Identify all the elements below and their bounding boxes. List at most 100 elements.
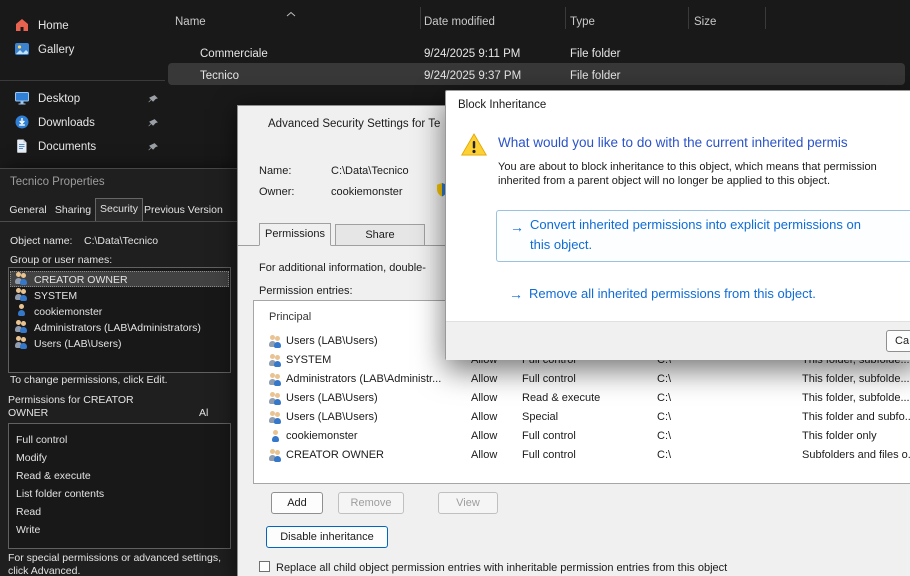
view-button: View <box>438 492 498 514</box>
table-row[interactable]: Users (LAB\Users) Allow Special C:\ This… <box>255 409 910 427</box>
tab-share[interactable]: Share <box>335 224 425 246</box>
list-item-administrators[interactable]: Administrators (LAB\Administrators) <box>10 319 229 335</box>
cell-applies-to: Subfolders and files o... <box>802 450 910 461</box>
list-item-cookiemonster[interactable]: cookiemonster <box>10 303 229 319</box>
group-icon <box>268 392 283 405</box>
permission-item[interactable]: List folder contents <box>16 489 104 500</box>
group-icon <box>268 335 283 348</box>
permission-item[interactable]: Write <box>16 525 40 536</box>
group-icon <box>14 336 29 349</box>
sidebar-divider <box>0 80 165 81</box>
cancel-button[interactable]: Ca <box>886 330 910 352</box>
command-link-text-line1: Convert inherited permissions into expli… <box>530 215 861 235</box>
column-header-size[interactable]: Size <box>694 17 716 29</box>
sidebar-item-label: Desktop <box>38 94 80 106</box>
cell-principal: Users (LAB\Users) <box>286 412 378 423</box>
sidebar-item-desktop[interactable]: Desktop <box>8 88 158 110</box>
cell-type: Allow <box>471 374 497 385</box>
group-icon <box>14 320 29 333</box>
cell-access: Read & execute <box>522 393 600 404</box>
file-name: Commerciale <box>200 49 268 61</box>
column-header-date-modified[interactable]: Date modified <box>424 17 495 29</box>
owner-value: cookiemonster <box>331 187 403 198</box>
cell-type: Allow <box>471 393 497 404</box>
cell-inherited-from: C:\ <box>657 431 671 442</box>
list-item-system[interactable]: SYSTEM <box>10 287 229 303</box>
sidebar-item-documents[interactable]: Documents <box>8 136 158 158</box>
downloads-icon <box>14 114 30 135</box>
column-header-name[interactable]: Name <box>175 17 206 29</box>
sidebar-item-label: Home <box>38 21 69 33</box>
tab-sharing[interactable]: Sharing <box>51 200 95 221</box>
file-name: Tecnico <box>200 71 239 83</box>
sidebar-item-label: Gallery <box>38 45 74 57</box>
permissions-for-label-line1: Permissions for CREATOR <box>8 395 134 406</box>
cell-inherited-from: C:\ <box>657 393 671 404</box>
tab-general[interactable]: General <box>6 200 50 221</box>
warning-icon <box>460 132 488 162</box>
column-header-type[interactable]: Type <box>570 17 595 29</box>
column-divider[interactable] <box>420 7 421 29</box>
table-row[interactable]: CREATOR OWNER Allow Full control C:\ Sub… <box>255 447 910 465</box>
pin-icon <box>148 92 159 110</box>
tab-strip-line <box>0 221 237 222</box>
group-icon <box>268 449 283 462</box>
permission-entries-label: Permission entries: <box>259 286 353 297</box>
table-row[interactable]: Users (LAB\Users) Allow Read & execute C… <box>255 390 910 408</box>
column-divider[interactable] <box>688 7 689 29</box>
documents-icon <box>14 138 30 159</box>
file-row-tecnico-selected[interactable]: Tecnico 9/24/2025 9:37 PM File folder <box>168 63 905 85</box>
tab-previous-versions[interactable]: Previous Version <box>144 200 236 221</box>
list-item-users[interactable]: Users (LAB\Users) <box>10 335 229 351</box>
cell-applies-to: This folder only <box>802 431 877 442</box>
file-row-commerciale[interactable]: Commerciale 9/24/2025 9:11 PM File folde… <box>168 42 905 63</box>
principal-name: SYSTEM <box>34 291 77 302</box>
advanced-note-line1: For special permissions or advanced sett… <box>8 553 221 564</box>
allow-column-header: Al <box>199 408 208 419</box>
group-user-list: CREATOR OWNER SYSTEM cookiemonster Admin… <box>8 267 231 373</box>
replace-permissions-checkbox[interactable] <box>259 561 270 572</box>
remove-permissions-command-link[interactable]: → Remove all inherited permissions from … <box>496 281 910 307</box>
explorer-sidebar: Home Gallery Desktop <box>0 0 165 168</box>
table-header-principal[interactable]: Principal <box>269 312 311 323</box>
sidebar-item-gallery[interactable]: Gallery <box>8 39 158 61</box>
group-icon <box>268 411 283 424</box>
column-divider[interactable] <box>765 7 766 29</box>
user-icon <box>268 430 283 443</box>
cell-principal: SYSTEM <box>286 355 331 366</box>
tab-security[interactable]: Security <box>95 198 143 221</box>
file-type: File folder <box>570 71 621 83</box>
cell-type: Allow <box>471 450 497 461</box>
cell-access: Full control <box>522 431 576 442</box>
column-divider[interactable] <box>565 7 566 29</box>
table-row[interactable]: Administrators (LAB\Administr... Allow F… <box>255 371 910 389</box>
remove-button: Remove <box>338 492 404 514</box>
home-icon <box>14 17 30 38</box>
file-date-modified: 9/24/2025 9:37 PM <box>424 71 521 83</box>
object-name-value: C:\Data\Tecnico <box>84 236 158 247</box>
permission-item[interactable]: Read <box>16 507 41 518</box>
principal-name: Administrators (LAB\Administrators) <box>34 323 201 334</box>
permission-item[interactable]: Read & execute <box>16 471 91 482</box>
convert-permissions-command-link[interactable]: → Convert inherited permissions into exp… <box>496 210 910 262</box>
permission-item[interactable]: Modify <box>16 453 47 464</box>
sidebar-item-home[interactable]: Home <box>8 15 158 37</box>
cell-principal: Users (LAB\Users) <box>286 336 378 347</box>
table-row[interactable]: cookiemonster Allow Full control C:\ Thi… <box>255 428 910 446</box>
add-button[interactable]: Add <box>271 492 323 514</box>
screenshot-root: Home Gallery Desktop <box>0 0 910 576</box>
dialog-title: Advanced Security Settings for Te <box>268 119 440 131</box>
cell-principal: CREATOR OWNER <box>286 450 384 461</box>
disable-inheritance-button[interactable]: Disable inheritance <box>266 526 388 548</box>
list-item-creator-owner[interactable]: CREATOR OWNER <box>10 271 229 287</box>
tab-permissions[interactable]: Permissions <box>259 223 331 246</box>
sidebar-item-downloads[interactable]: Downloads <box>8 112 158 134</box>
command-link-text-line2: this object. <box>530 235 592 255</box>
file-list-header: Name Date modified Type Size <box>165 0 910 36</box>
permission-item[interactable]: Full control <box>16 435 67 446</box>
pin-icon <box>148 116 159 134</box>
edit-note: To change permissions, click Edit. <box>10 375 168 386</box>
body-text-line2: inherited from a parent object will no l… <box>498 176 830 187</box>
permissions-list: Full control Modify Read & execute List … <box>8 423 231 549</box>
object-name-label: Object name: <box>10 236 72 247</box>
